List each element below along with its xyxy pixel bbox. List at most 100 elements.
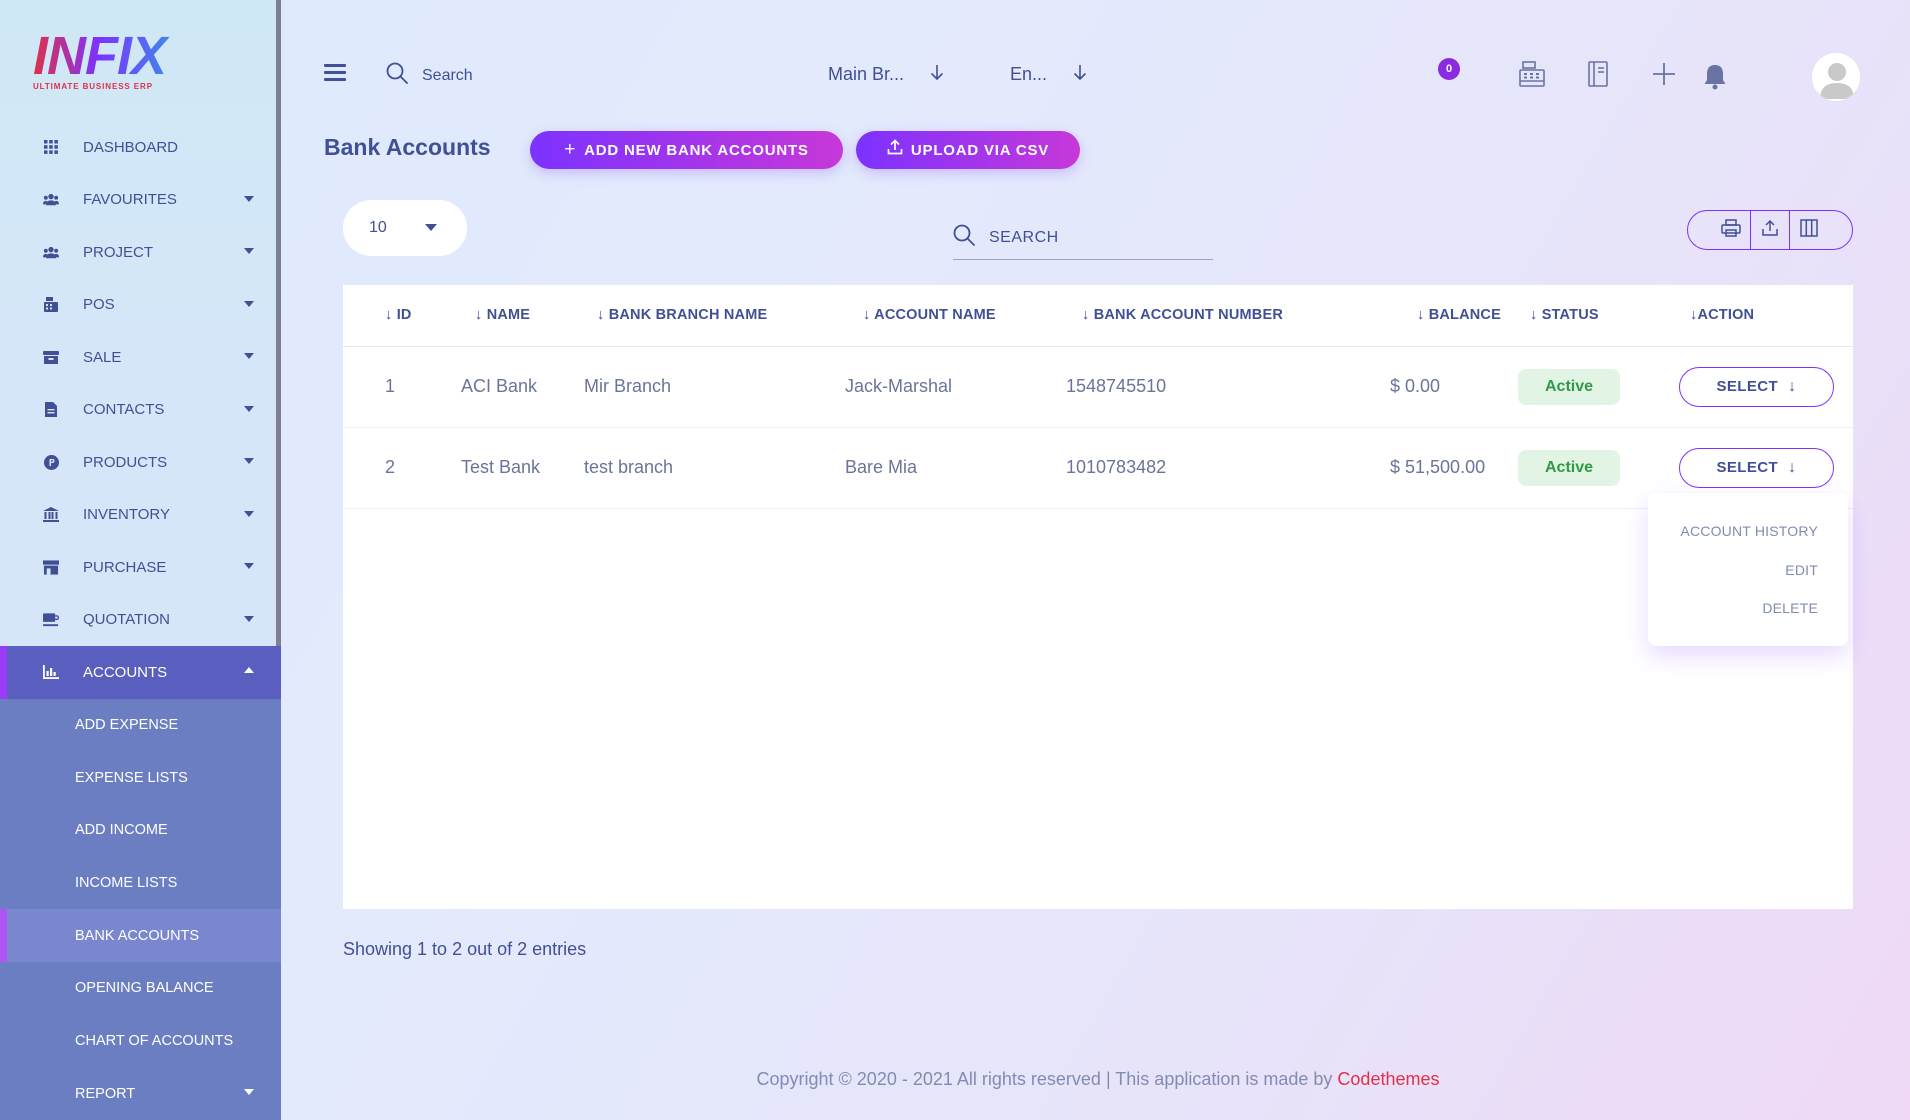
cell-id: 2 — [343, 427, 461, 509]
select-action-button[interactable]: SELECT ↓ — [1679, 366, 1834, 407]
submenu-item-opening-balance[interactable]: OPENING BALANCE — [0, 962, 281, 1015]
plus-icon[interactable] — [1650, 60, 1678, 88]
tray-icon — [43, 349, 59, 365]
plus-icon: + — [564, 139, 577, 160]
table-header-row: ↓ ID ↓ NAME ↓ BANK BRANCH NAME ↓ ACCOUNT… — [343, 285, 1853, 347]
sort-arrow-icon: ↓ — [597, 307, 605, 324]
sidebar-item-accounts[interactable]: ACCOUNTS — [0, 646, 281, 699]
sidebar-item-label: DASHBOARD — [83, 138, 179, 156]
footer-text: Copyright © 2020 - 2021 All rights reser… — [756, 1069, 1333, 1089]
caret-down-icon — [244, 248, 254, 254]
caret-down-icon — [244, 615, 254, 622]
table-search-input[interactable] — [989, 228, 1189, 247]
sidebar-item-purchase[interactable]: PURCHASE — [0, 541, 281, 594]
users-icon — [43, 192, 59, 208]
sidebar-item-pos[interactable]: POS — [0, 279, 281, 332]
sidebar-item-label: QUOTATION — [83, 611, 170, 629]
status-badge: Active — [1518, 368, 1620, 405]
sidebar-item-project[interactable]: PROJECT — [0, 226, 281, 279]
upload-csv-button[interactable]: UPLOAD VIA CSV — [856, 131, 1080, 169]
page-title: Bank Accounts — [324, 134, 491, 160]
column-header-branch[interactable]: ↓ BANK BRANCH NAME — [581, 285, 843, 347]
sidebar-item-label: PRODUCTS — [83, 453, 168, 471]
table-row: 2 Test Bank test branch Bare Mia 1010783… — [343, 427, 1853, 509]
column-header-label: STATUS — [1541, 307, 1599, 324]
cell-id: 1 — [343, 346, 461, 428]
column-header-account-name[interactable]: ↓ ACCOUNT NAME — [843, 285, 1062, 347]
column-header-status[interactable]: ↓ STATUS — [1518, 285, 1679, 347]
submenu-item-bank-accounts[interactable]: BANK ACCOUNTS — [0, 909, 281, 962]
submenu-item-chart-of-accounts[interactable]: CHART OF ACCOUNTS — [0, 1015, 281, 1068]
column-header-label: BANK BRANCH NAME — [608, 307, 768, 324]
sidebar-item-label: PURCHASE — [83, 558, 167, 576]
logo-text: INFIX — [33, 29, 178, 83]
avatar[interactable] — [1811, 52, 1861, 102]
menu-item-delete[interactable]: DELETE — [1648, 600, 1848, 639]
menu-toggle-icon[interactable] — [324, 64, 346, 82]
notebook-icon[interactable] — [1584, 60, 1612, 88]
submenu-item-add-income[interactable]: ADD INCOME — [0, 804, 281, 857]
table-row: 1 ACI Bank Mir Branch Jack-Marshal 15487… — [343, 346, 1853, 428]
column-header-name[interactable]: ↓ NAME — [461, 285, 581, 347]
caret-down-icon — [244, 405, 254, 412]
branch-dropdown[interactable]: Main Br... — [828, 64, 944, 85]
sidebar-item-sale[interactable]: SALE — [0, 331, 281, 384]
columns-icon — [1800, 218, 1818, 242]
export-button-group — [1687, 210, 1853, 250]
columns-button[interactable] — [1790, 211, 1828, 249]
sidebar-item-dashboard[interactable]: DASHBOARD — [0, 121, 281, 174]
cash-register-icon[interactable] — [1518, 60, 1546, 88]
branch-value: Main Br... — [828, 64, 905, 84]
add-bank-account-button[interactable]: + ADD NEW BANK ACCOUNTS — [530, 131, 843, 169]
pos-icon — [43, 297, 59, 313]
sidebar-item-favourites[interactable]: FAVOURITES — [0, 174, 281, 227]
submenu-item-label: INCOME LISTS — [75, 874, 178, 891]
menu-item-edit[interactable]: EDIT — [1648, 562, 1848, 601]
users-icon — [43, 244, 59, 260]
document-icon — [43, 402, 59, 418]
sort-arrow-icon: ↓ — [1530, 307, 1538, 324]
caret-down-icon — [244, 458, 254, 464]
sort-arrow-icon: ↓ — [385, 307, 393, 324]
submenu-item-expense-lists[interactable]: EXPENSE LISTS — [0, 751, 281, 804]
sidebar-nav: DASHBOARD FAVOURITES PROJECT POS SALE CO… — [0, 121, 281, 1120]
caret-down-icon — [244, 510, 254, 517]
arrow-down-icon: ↓ — [1788, 458, 1797, 476]
print-button[interactable] — [1712, 211, 1750, 249]
menu-item-account-history[interactable]: ACCOUNT HISTORY — [1648, 523, 1848, 562]
column-header-balance[interactable]: ↓ BALANCE — [1370, 285, 1518, 347]
grid-icon — [43, 139, 59, 155]
footer-brand-link[interactable]: Codethemes — [1337, 1069, 1439, 1089]
global-search-input[interactable] — [422, 66, 622, 85]
search-icon[interactable] — [386, 62, 408, 89]
language-dropdown[interactable]: En... — [1010, 64, 1087, 85]
submenu-item-label: EXPENSE LISTS — [75, 769, 188, 786]
export-button[interactable] — [1751, 211, 1789, 249]
arrow-down-icon: ↓ — [1788, 377, 1797, 395]
column-header-label: BANK ACCOUNT NUMBER — [1093, 307, 1284, 324]
cell-branch: test branch — [581, 427, 843, 509]
footer: Copyright © 2020 - 2021 All rights reser… — [0, 1069, 1910, 1090]
sidebar-item-label: SALE — [83, 348, 122, 366]
bell-icon[interactable] — [1702, 62, 1730, 90]
app-logo[interactable]: INFIX ULTIMATE BUSINESS ERP — [33, 29, 178, 91]
select-action-button[interactable]: SELECT ↓ — [1679, 447, 1834, 488]
page-length-select[interactable]: 10 — [343, 200, 467, 256]
sort-arrow-icon: ↓ — [475, 307, 483, 324]
store-icon — [43, 559, 59, 575]
upload-csv-label: UPLOAD VIA CSV — [910, 141, 1050, 159]
sidebar-item-inventory[interactable]: INVENTORY — [0, 489, 281, 542]
column-header-account-number[interactable]: ↓ BANK ACCOUNT NUMBER — [1062, 285, 1370, 347]
sidebar: INFIX ULTIMATE BUSINESS ERP DASHBOARD FA… — [0, 0, 281, 1120]
sidebar-item-quotation[interactable]: QUOTATION — [0, 594, 281, 647]
accounts-submenu: ADD EXPENSE EXPENSE LISTS ADD INCOME INC… — [0, 698, 281, 1120]
submenu-item-income-lists[interactable]: INCOME LISTS — [0, 857, 281, 910]
search-icon — [953, 224, 975, 251]
printer-icon — [1721, 218, 1741, 242]
sidebar-item-products[interactable]: PRODUCTS — [0, 436, 281, 489]
sidebar-item-contacts[interactable]: CONTACTS — [0, 384, 281, 437]
submenu-item-add-expense[interactable]: ADD EXPENSE — [0, 699, 281, 752]
column-header-id[interactable]: ↓ ID — [343, 285, 461, 347]
caret-down-icon — [244, 1089, 254, 1096]
caret-down-icon — [425, 224, 437, 231]
